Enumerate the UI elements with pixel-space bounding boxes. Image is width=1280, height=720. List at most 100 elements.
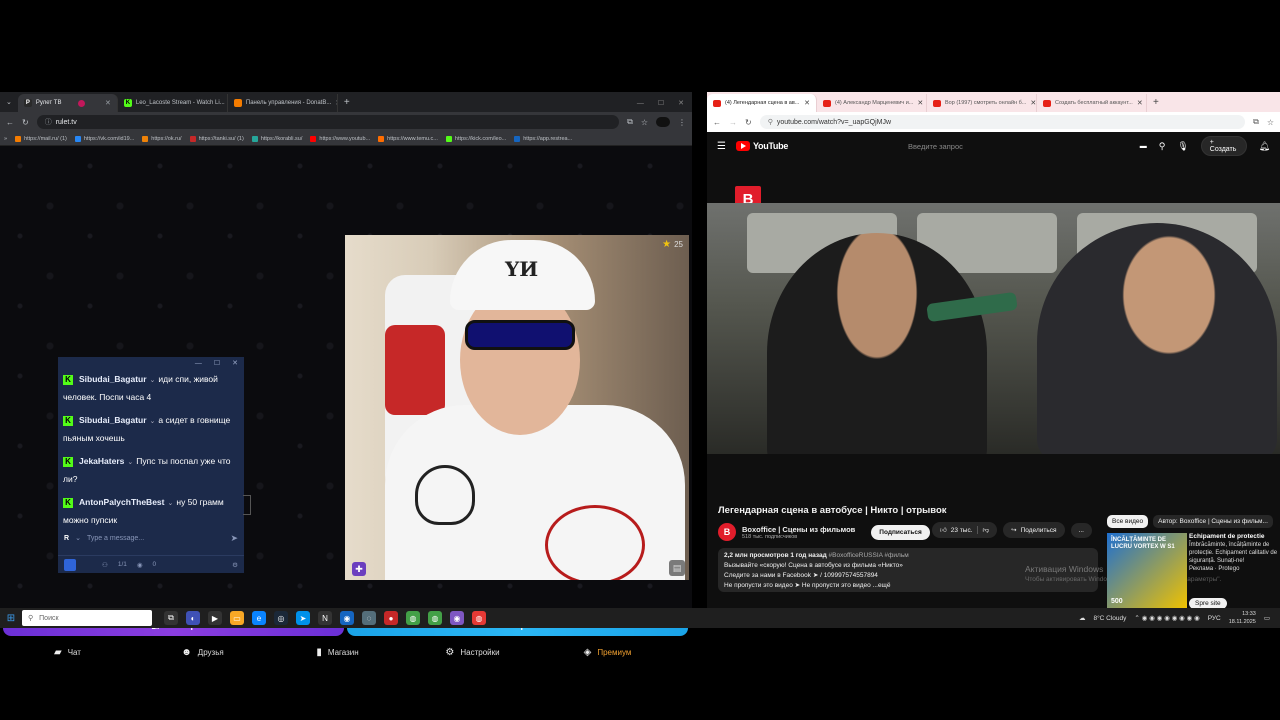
nav-item-friends[interactable]: ☻ Друзья (135, 647, 270, 658)
back-icon[interactable]: ← (713, 118, 721, 127)
right-tab-1[interactable]: (4) Александр Марценевич и... ✕ (817, 94, 927, 112)
chat-username[interactable]: AntonPalychTheBest (79, 497, 165, 507)
ad-text[interactable]: Echipament de protectie Îmbrăcăminte, în… (1189, 533, 1279, 573)
language-indicator[interactable]: РУС (1208, 615, 1221, 622)
bookmark-item[interactable]: https://app.restrea... (514, 135, 572, 142)
video-player[interactable] (707, 203, 1280, 454)
youtube-logo[interactable]: YouTube (735, 141, 788, 151)
nav-item-premium[interactable]: ◈ Премиум (540, 647, 675, 658)
weather-icon[interactable]: ☁ (1079, 614, 1086, 622)
share-button[interactable]: ↪ Поделиться (1003, 522, 1065, 538)
terminal-icon[interactable]: ▶ (208, 611, 222, 625)
tab-close-icon[interactable]: ✕ (913, 99, 923, 107)
send-icon[interactable]: ➤ (230, 533, 238, 544)
site-info-icon[interactable]: ⚲ (768, 118, 773, 126)
search-icon[interactable]: ⚲ (1159, 141, 1166, 152)
bookmark-star-icon[interactable]: ☆ (641, 118, 648, 127)
tab-search-icon[interactable]: ⌄ (0, 94, 18, 112)
chevron-down-icon[interactable]: ⌄ (75, 534, 81, 542)
obs-icon[interactable]: ◉ (450, 611, 464, 625)
task-view-icon[interactable]: ⧉ (164, 611, 178, 625)
clock[interactable]: 13:33 18.11.2025 (1229, 610, 1256, 626)
bookmark-item[interactable]: https://www.youtub... (310, 135, 370, 142)
bookmark-item[interactable]: https://www.temu.c... (378, 135, 438, 142)
extension-icon[interactable] (656, 117, 670, 127)
chat-maximize-icon[interactable]: ☐ (214, 359, 220, 367)
tab-close-icon[interactable]: ✕ (800, 99, 810, 107)
thumbs-down-icon[interactable]: 👎︎ (976, 526, 989, 534)
right-tab-3[interactable]: Создать бесплатный аккаунт... ✕ (1037, 94, 1147, 112)
create-button[interactable]: + Создать (1200, 136, 1247, 156)
left-tab-2[interactable]: Панель управления - DonatB... ✕ (228, 94, 338, 112)
tab-close-icon[interactable]: ✕ (1133, 99, 1143, 107)
apps-icon[interactable]: » (4, 136, 7, 142)
new-tab-button[interactable]: + (338, 94, 356, 112)
left-tab-0[interactable]: P Рулет ТВ ✕ (17, 94, 118, 112)
url-field[interactable]: ⓘ rulet.tv (36, 115, 620, 129)
chat-close-icon[interactable]: ✕ (232, 359, 238, 367)
camera-icon[interactable]: ▤ (669, 560, 685, 576)
bookmark-star-icon[interactable]: ☆ (1267, 118, 1274, 127)
filter-chip-author[interactable]: Автор: Boxoffice | Сцены из фильм... (1153, 515, 1273, 528)
chevron-down-icon[interactable]: ⌄ (150, 377, 156, 384)
reload-icon[interactable]: ↻ (745, 118, 752, 127)
hamburger-menu-icon[interactable]: ☰ (717, 141, 726, 152)
back-icon[interactable]: ← (6, 118, 14, 127)
chevron-down-icon[interactable]: ⌄ (168, 500, 174, 507)
chat-user-avatar[interactable]: R (64, 535, 69, 542)
cast-icon[interactable]: ⧉ (627, 117, 633, 127)
notification-icon[interactable]: ▭ (1264, 614, 1270, 622)
right-tab-2[interactable]: Вор (1997) смотреть онлайн б... ✕ (927, 94, 1037, 112)
telegram-icon[interactable]: ➤ (296, 611, 310, 625)
edge-icon[interactable]: e (252, 611, 266, 625)
nav-item-gear[interactable]: ⚙ Настройки (405, 647, 540, 658)
keyboard-icon[interactable]: ▬ (1140, 143, 1147, 150)
bookmark-item[interactable]: https://vk.com/id19... (74, 135, 134, 142)
file-explorer-icon[interactable]: ▭ (230, 611, 244, 625)
tab-close-icon[interactable]: ✕ (101, 99, 111, 107)
menu-dots-icon[interactable]: ⋮ (678, 118, 686, 127)
site-info-icon[interactable]: ⓘ (45, 117, 52, 127)
ad-image[interactable]: ÎNCĂLȚĂMINTE DE LUCRU VORTEX W S1 500 (1107, 533, 1187, 608)
chat-settings-icon[interactable]: ⚙ (232, 561, 238, 569)
copilot-icon[interactable]: ◐ (186, 611, 200, 625)
new-tab-button[interactable]: + (1147, 94, 1165, 112)
app-icon[interactable]: ◌ (362, 611, 376, 625)
chat-username[interactable]: JekaHaters (79, 456, 124, 466)
chevron-down-icon[interactable]: ⌄ (150, 418, 156, 425)
browser-icon[interactable]: ◉ (340, 611, 354, 625)
channel-name[interactable]: Boxoffice | Сцены из фильмов (742, 525, 855, 534)
bookmark-item[interactable]: https://korabli.su/ (251, 135, 302, 142)
record-icon[interactable]: ● (384, 611, 398, 625)
tray-icons[interactable]: ⌃ ◉ ◉ ◉ ◉ ◉ ◉ ◉ ◉ (1134, 614, 1199, 622)
collapsed-panel-handle[interactable] (243, 495, 251, 515)
youtube-search-input[interactable]: Введите запрос (908, 142, 1130, 151)
chevron-down-icon[interactable]: ⌄ (127, 459, 133, 466)
forward-icon[interactable]: → (729, 118, 737, 127)
right-tab-0[interactable]: (4) Легендарная сцена в ав... ✕ (707, 94, 817, 112)
notifications-bell-icon[interactable]: 🔔︎ (1259, 141, 1270, 152)
close-window-icon[interactable]: ✕ (678, 99, 684, 107)
chrome-icon[interactable]: ◍ (406, 611, 420, 625)
like-button[interactable]: 👍︎ 23 тыс. 👎︎ (932, 522, 998, 538)
chat-minimize-icon[interactable]: — (195, 360, 202, 367)
bookmark-item[interactable]: https://kick.com/leo... (445, 135, 506, 142)
bookmark-item[interactable]: https://tanki.su/ (1) (189, 135, 244, 142)
notion-icon[interactable]: N (318, 611, 332, 625)
reload-icon[interactable]: ↻ (22, 118, 29, 127)
bookmark-item[interactable]: https://ok.ru/ (142, 135, 182, 142)
nav-item-shop[interactable]: ▮ Магазин (270, 647, 405, 658)
weather-text[interactable]: 8°C Cloudy (1093, 615, 1126, 622)
windows-start-icon[interactable]: ⊞ (0, 613, 22, 624)
gift-button[interactable]: ✚ (352, 562, 366, 576)
bookmark-item[interactable]: https://mail.ru/ (1) (15, 135, 67, 142)
filter-chip-all[interactable]: Все видео (1107, 515, 1149, 528)
chrome-profile-icon[interactable]: ◍ (472, 611, 486, 625)
more-actions-button[interactable]: ... (1070, 522, 1092, 538)
taskbar-search[interactable]: ⚲ Поиск (22, 610, 152, 626)
channel-avatar[interactable]: B (718, 523, 736, 541)
maximize-icon[interactable]: ☐ (658, 99, 664, 107)
subscribe-button[interactable]: Подписаться (871, 524, 930, 540)
chrome-icon[interactable]: ◍ (428, 611, 442, 625)
steam-icon[interactable]: ◎ (274, 611, 288, 625)
